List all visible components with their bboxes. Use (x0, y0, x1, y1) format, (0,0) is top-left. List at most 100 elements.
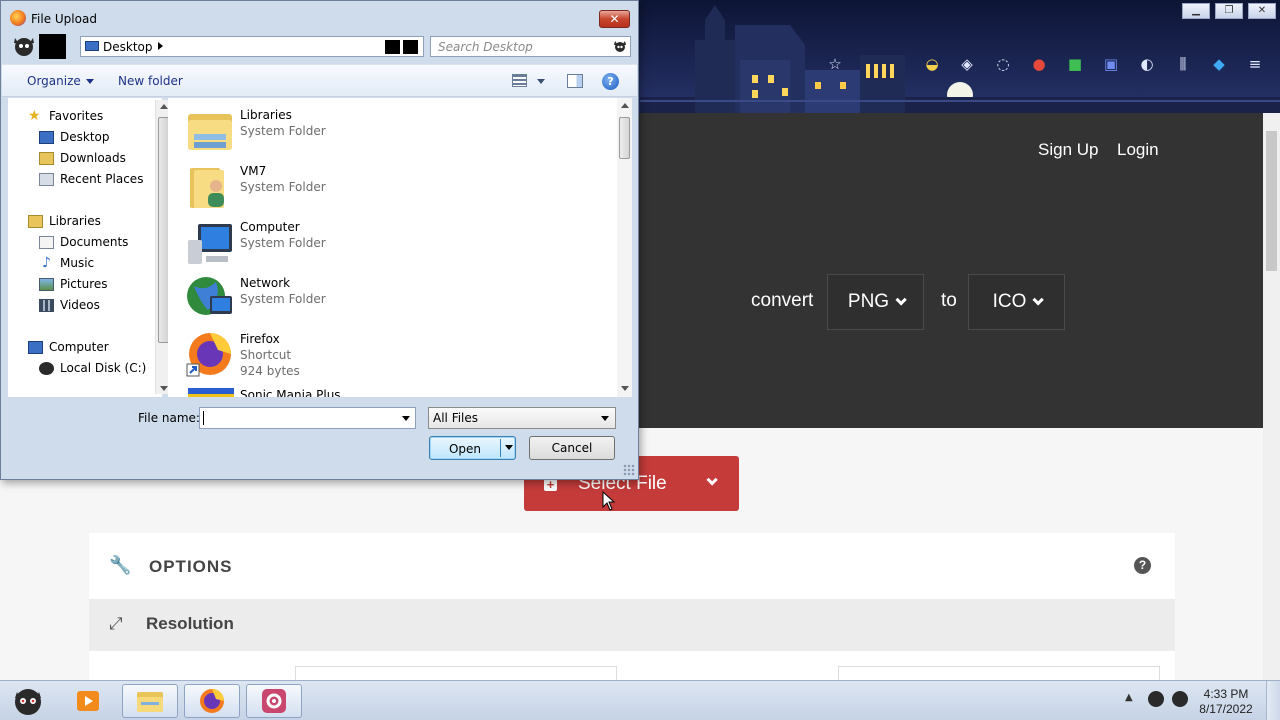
forward-button[interactable] (39, 34, 66, 59)
clock[interactable]: 4:33 PM 8/17/2022 (1196, 687, 1256, 717)
pictures-icon (39, 277, 54, 291)
address-bar[interactable]: Desktop (80, 36, 424, 57)
back-avatar-icon[interactable] (12, 34, 36, 58)
nav-recent-label: Recent Places (60, 172, 144, 186)
scroll-up-icon[interactable] (621, 103, 629, 108)
help-icon[interactable]: ? (602, 73, 619, 90)
search-field[interactable]: Search Desktop (430, 36, 631, 57)
file-list: Libraries System Folder VM7 System Folde… (168, 98, 632, 397)
new-folder-button[interactable]: New folder (118, 74, 183, 88)
view-caret-icon[interactable] (537, 79, 545, 84)
bookmark-star-icon[interactable]: ☆ (826, 55, 844, 73)
dialog-titlebar[interactable]: File Upload ✕ (1, 1, 638, 35)
width-input[interactable] (295, 666, 617, 680)
from-format-select[interactable]: PNG (827, 274, 924, 330)
start-button[interactable] (2, 684, 54, 718)
scroll-down-icon[interactable] (621, 386, 629, 391)
nav-recent-places[interactable]: Recent Places (39, 172, 143, 186)
green-extension-icon[interactable]: ■ (1066, 55, 1084, 73)
file-type: System Folder (240, 292, 326, 306)
filter-dropdown-icon[interactable] (597, 408, 614, 428)
resolution-section[interactable]: ⤢ Resolution (89, 599, 1175, 651)
file-item-computer[interactable]: Computer System Folder (186, 216, 606, 268)
login-link[interactable]: Login (1117, 140, 1159, 160)
file-type: System Folder (240, 180, 326, 194)
close-window-button[interactable]: ✕ (1248, 3, 1276, 19)
open-dropdown-icon[interactable] (502, 437, 516, 459)
firefox-task[interactable] (184, 684, 240, 718)
preview-pane-icon[interactable] (567, 74, 583, 88)
height-input[interactable] (838, 666, 1160, 680)
to-label: to (941, 290, 957, 311)
pocket-icon[interactable]: ◒ (923, 55, 941, 73)
help-icon[interactable]: ? (1134, 557, 1151, 574)
organize-button[interactable]: Organize (27, 74, 94, 88)
nav-local-disk[interactable]: Local Disk (C:) (39, 361, 146, 375)
nav-computer[interactable]: Computer (28, 340, 109, 354)
desktop-icon (85, 41, 99, 51)
chevron-right-icon[interactable] (158, 42, 163, 50)
nav-music[interactable]: ♪ Music (39, 256, 94, 271)
show-desktop-button[interactable] (1266, 681, 1280, 720)
blue-extension-icon[interactable]: ▣ (1102, 55, 1120, 73)
media-player-icon (77, 691, 99, 711)
cancel-button[interactable]: Cancel (529, 436, 615, 460)
file-item-sonic-mania-plus[interactable]: Sonic Mania Plus (186, 384, 606, 397)
tray-avatar-icon[interactable] (1148, 691, 1164, 707)
bars-extension-icon[interactable]: ⫼ (1174, 55, 1192, 73)
tray-avatar-icon-2[interactable] (1172, 691, 1188, 707)
search-icon[interactable] (613, 39, 628, 54)
view-options-icon[interactable] (512, 74, 527, 87)
media-player-task[interactable] (60, 684, 116, 718)
refresh-extension-icon[interactable]: ◌ (994, 55, 1012, 73)
restore-button[interactable]: ❐ (1215, 3, 1243, 19)
computer-icon (28, 340, 43, 354)
file-name-dropdown-icon[interactable] (398, 408, 415, 428)
page-scrollbar[interactable] (1263, 113, 1280, 680)
page-scroll-thumb[interactable] (1266, 131, 1277, 271)
open-button[interactable]: Open (429, 436, 516, 460)
file-list-scroll-thumb[interactable] (619, 117, 630, 159)
resize-grip[interactable] (623, 464, 635, 476)
file-item-libraries[interactable]: Libraries System Folder (186, 104, 606, 156)
diamond-extension-icon[interactable]: ◆ (1210, 55, 1228, 73)
nav-desktop[interactable]: Desktop (39, 130, 110, 144)
refresh-button[interactable] (403, 40, 418, 54)
close-button[interactable]: ✕ (599, 10, 630, 28)
nav-pictures[interactable]: Pictures (39, 277, 108, 291)
nav-favorites[interactable]: ★ Favorites (28, 109, 104, 124)
taskbar: ▲ 4:33 PM 8/17/2022 (0, 680, 1280, 720)
nav-favorites-label: Favorites (49, 109, 104, 123)
nav-videos[interactable]: Videos (39, 298, 100, 312)
gear-app-icon (262, 689, 286, 713)
open-split-divider (500, 439, 501, 457)
file-item-network[interactable]: Network System Folder (186, 272, 606, 324)
file-list-scrollbar[interactable] (617, 98, 632, 397)
file-item-vm7[interactable]: VM7 System Folder (186, 160, 606, 212)
nav-documents[interactable]: Documents (39, 235, 128, 249)
chevron-down-icon[interactable] (706, 474, 718, 486)
file-name-input[interactable] (199, 407, 416, 429)
explorer-task[interactable] (122, 684, 178, 718)
wrench-icon: 🔧 (109, 555, 132, 576)
nav-downloads[interactable]: Downloads (39, 151, 126, 165)
red-extension-icon[interactable]: ● (1030, 55, 1048, 73)
resolution-title: Resolution (146, 614, 234, 633)
scroll-down-icon[interactable] (160, 386, 168, 391)
scroll-up-icon[interactable] (160, 104, 168, 109)
documents-icon (39, 235, 54, 249)
nav-libraries[interactable]: Libraries (28, 214, 101, 228)
address-dropdown-button[interactable] (385, 40, 400, 54)
address-path[interactable]: Desktop (103, 40, 153, 54)
to-format-select[interactable]: ICO (968, 274, 1065, 330)
account-extension-icon[interactable]: ◐ (1138, 55, 1156, 73)
sign-up-link[interactable]: Sign Up (1038, 140, 1098, 160)
extension-icon[interactable]: ◈ (958, 55, 976, 73)
menu-icon[interactable]: ≡ (1246, 55, 1264, 73)
minimize-button[interactable]: ▁ (1182, 3, 1210, 19)
settings-app-task[interactable] (246, 684, 302, 718)
file-item-firefox[interactable]: Firefox Shortcut 924 bytes (186, 328, 606, 384)
tray-expand-icon[interactable]: ▲ (1125, 692, 1133, 703)
file-type: Shortcut (240, 348, 292, 362)
file-type-filter[interactable]: All Files (428, 407, 616, 429)
